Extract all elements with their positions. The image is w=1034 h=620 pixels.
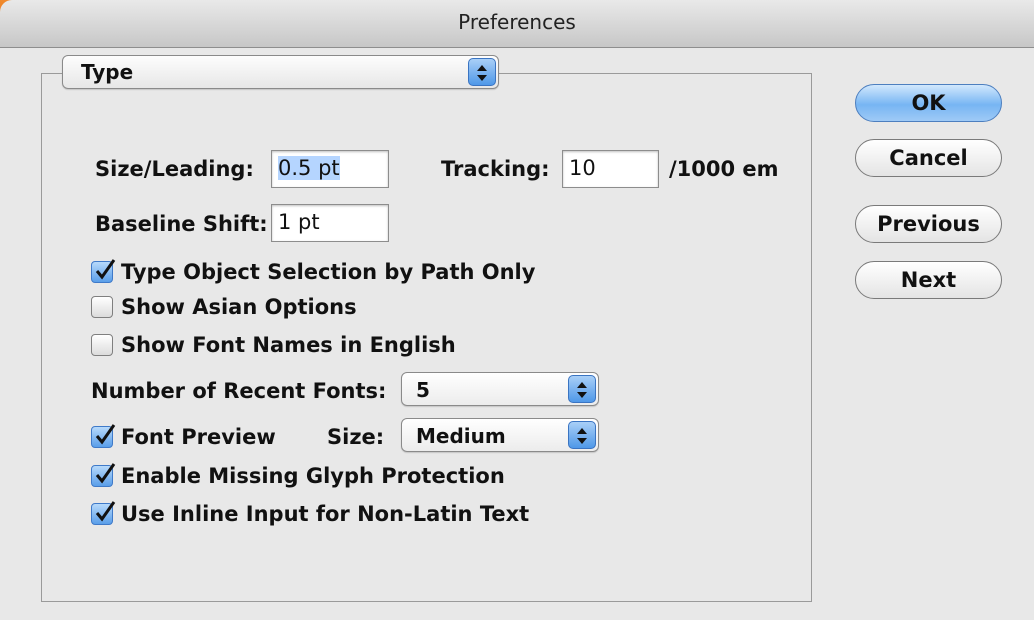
inline-input-label: Use Inline Input for Non-Latin Text (121, 502, 530, 526)
tracking-value: 10 (569, 156, 596, 180)
checkmark-icon (91, 501, 116, 525)
panel-select-value: Type (81, 60, 134, 84)
checkmark-icon (91, 424, 116, 448)
show-asian-options-checkbox[interactable]: Show Asian Options (91, 292, 357, 322)
missing-glyph-checkbox[interactable]: Enable Missing Glyph Protection (91, 461, 505, 491)
size-leading-field[interactable]: 0.5 pt (271, 150, 389, 188)
tracking-field[interactable]: 10 (562, 150, 659, 188)
size-leading-label: Size/Leading: (95, 157, 254, 181)
font-preview-label: Font Preview (121, 425, 276, 449)
baseline-shift-value: 1 pt (278, 210, 320, 234)
checkmark-icon (91, 259, 116, 283)
ok-button[interactable]: OK (855, 84, 1002, 122)
preview-size-popup[interactable]: Medium (401, 418, 599, 452)
checkbox-box (91, 334, 113, 356)
cancel-button[interactable]: Cancel (855, 139, 1002, 177)
chevron-updown-icon (568, 375, 596, 403)
recent-fonts-label: Number of Recent Fonts: (91, 379, 387, 403)
show-asian-options-label: Show Asian Options (121, 295, 357, 319)
dialog-content: Type Size/Leading: 0.5 pt Tracking: 10 /… (0, 48, 1034, 620)
font-preview-checkbox[interactable]: Font Preview (91, 422, 276, 452)
type-object-selection-checkbox[interactable]: Type Object Selection by Path Only (91, 257, 535, 287)
checkmark-icon (91, 463, 116, 487)
chevron-updown-icon (468, 58, 496, 86)
tracking-unit-label: /1000 em (669, 157, 779, 181)
panel-select-popup[interactable]: Type (62, 55, 499, 89)
type-object-selection-label: Type Object Selection by Path Only (121, 260, 536, 284)
inline-input-checkbox[interactable]: Use Inline Input for Non-Latin Text (91, 499, 529, 529)
recent-fonts-value: 5 (416, 378, 430, 402)
window-title: Preferences (458, 10, 576, 34)
preview-size-value: Medium (416, 424, 506, 448)
checkbox-box (91, 296, 113, 318)
baseline-shift-label: Baseline Shift: (95, 212, 268, 236)
missing-glyph-label: Enable Missing Glyph Protection (121, 464, 505, 488)
show-font-names-english-label: Show Font Names in English (121, 333, 456, 357)
baseline-shift-field[interactable]: 1 pt (271, 204, 389, 242)
chevron-updown-icon (568, 421, 596, 449)
show-font-names-english-checkbox[interactable]: Show Font Names in English (91, 330, 456, 360)
preview-size-label: Size: (327, 425, 385, 449)
next-button[interactable]: Next (855, 261, 1002, 299)
tracking-label: Tracking: (441, 157, 550, 181)
size-leading-value: 0.5 pt (278, 156, 340, 180)
previous-button[interactable]: Previous (855, 205, 1002, 243)
recent-fonts-popup[interactable]: 5 (401, 372, 599, 406)
window-titlebar[interactable]: Preferences (0, 0, 1034, 48)
